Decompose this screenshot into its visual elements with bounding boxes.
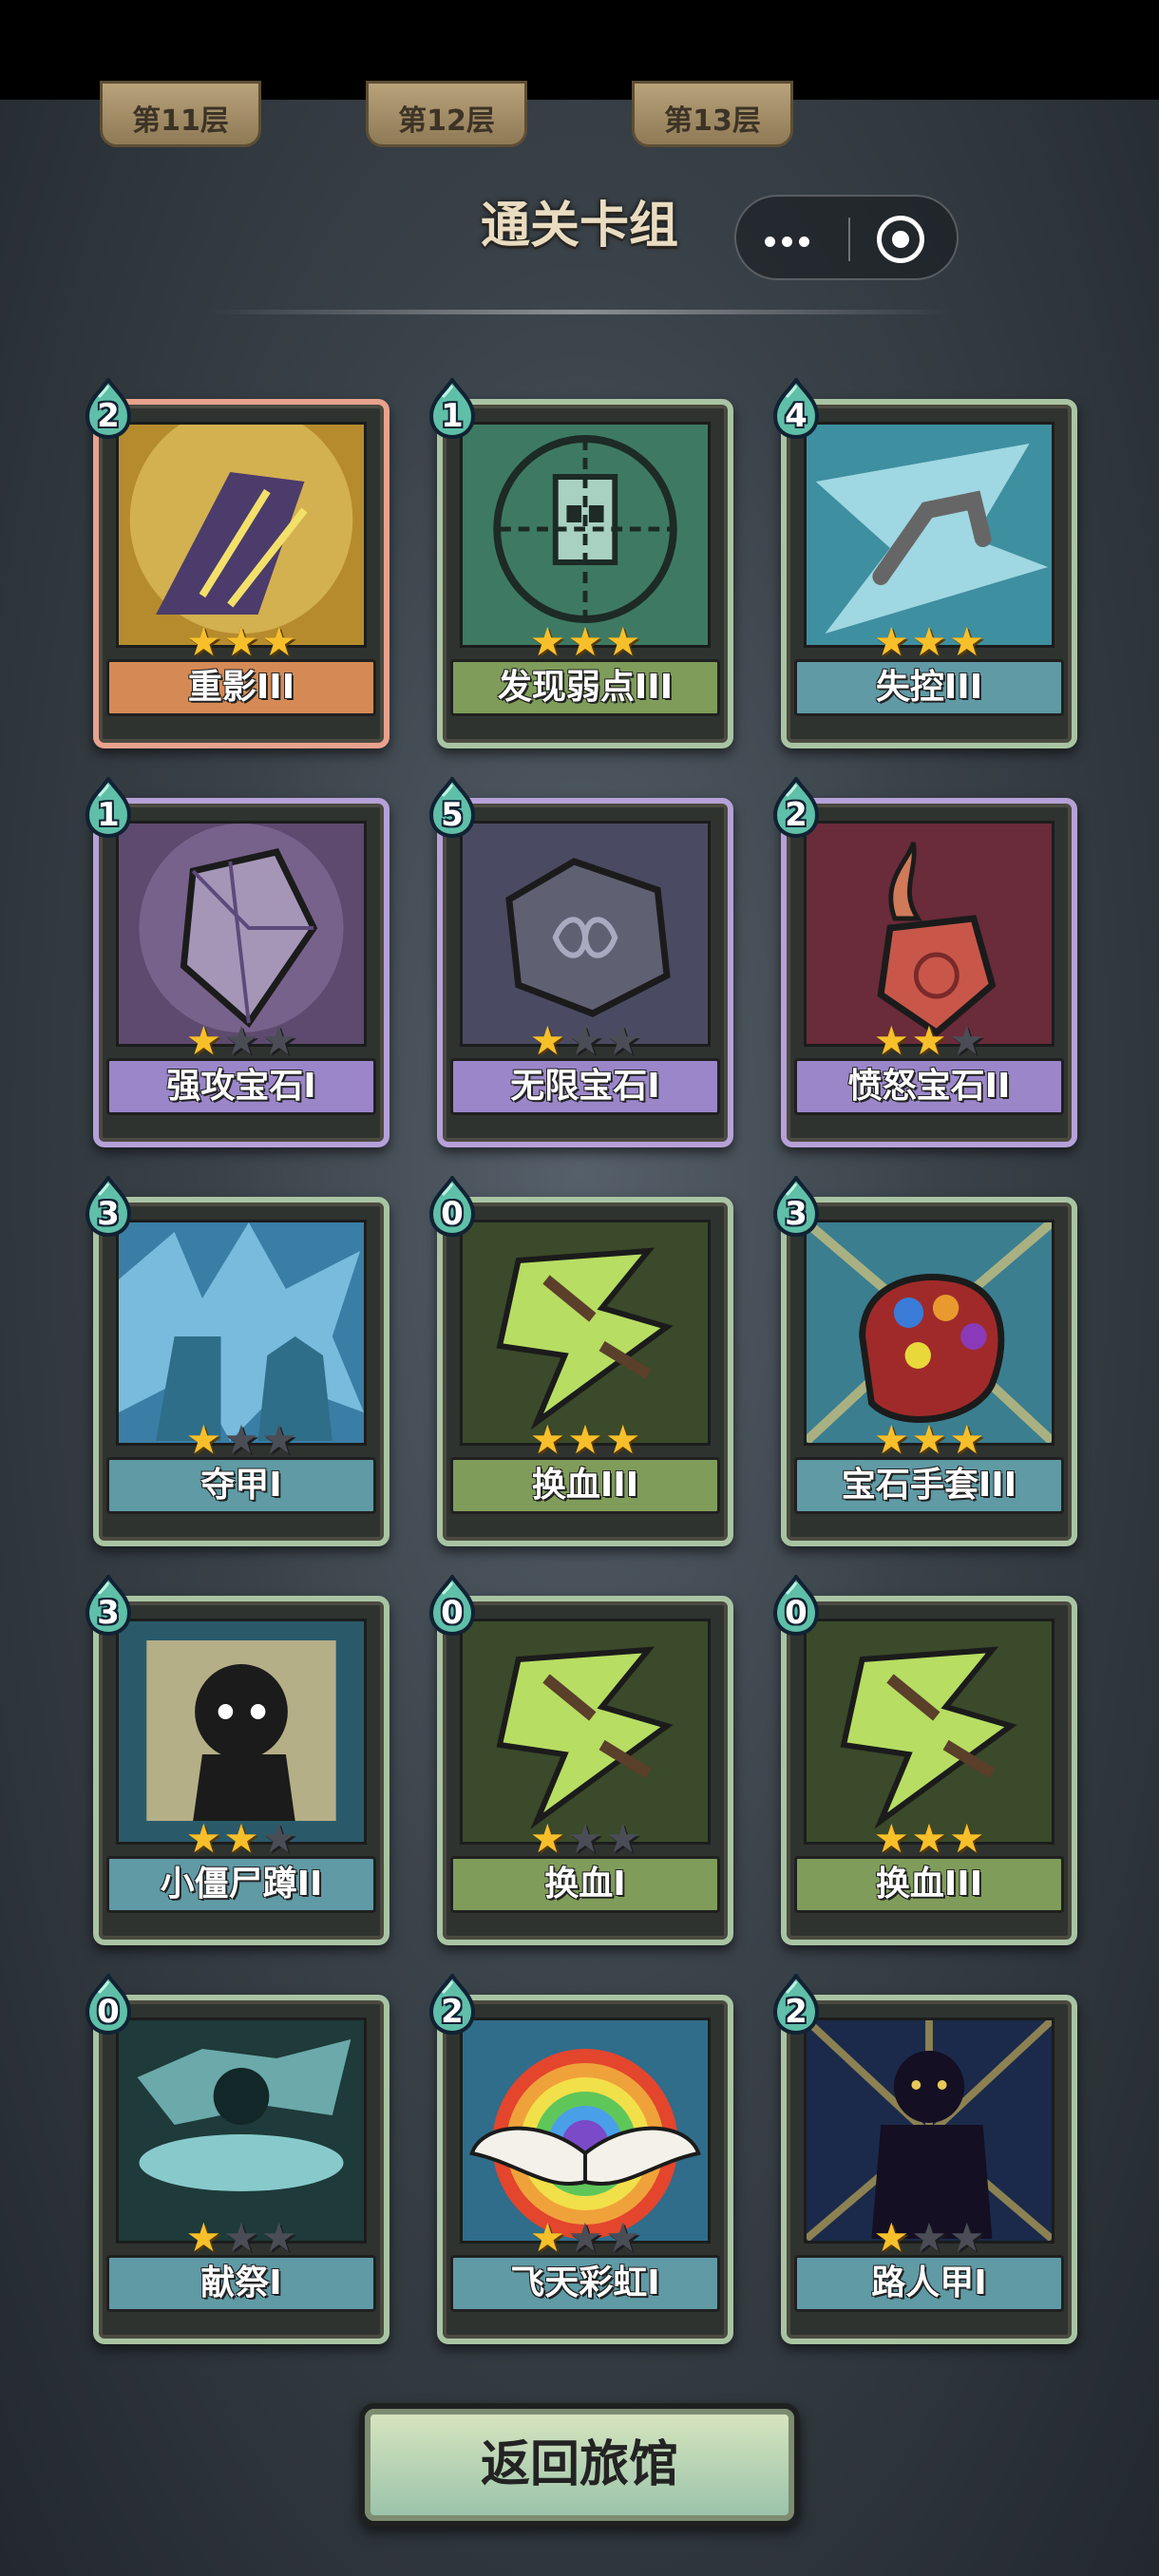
- energy-cost-badge: 1: [426, 378, 479, 439]
- page-title: 通关卡组: [480, 198, 678, 255]
- energy-cost-value: 3: [97, 1195, 120, 1233]
- title-divider: [209, 310, 950, 314]
- energy-cost-value: 1: [441, 397, 464, 435]
- energy-cost-value: 2: [785, 796, 808, 834]
- deck-card[interactable]: ★★★ 换血III 0: [772, 1575, 1077, 1945]
- capsule-divider: [848, 218, 850, 261]
- energy-cost-value: 0: [97, 1993, 120, 2031]
- energy-cost-value: 0: [785, 1594, 808, 1632]
- energy-cost-badge: 3: [82, 1575, 135, 1636]
- card-name: 发现弱点III: [450, 659, 720, 716]
- deck-card[interactable]: ★★★ 强攻宝石I 1: [85, 777, 390, 1147]
- card-name: 重影III: [106, 659, 376, 716]
- card-name: 无限宝石I: [450, 1058, 720, 1115]
- energy-cost-badge: 1: [82, 777, 135, 838]
- floor-tab-12[interactable]: 第12层: [366, 81, 527, 147]
- energy-cost-value: 2: [441, 1993, 464, 2031]
- armor-steal-icon: [116, 1220, 367, 1446]
- energy-cost-badge: 0: [82, 1974, 135, 2035]
- energy-cost-value: 1: [97, 796, 120, 834]
- target-robot-icon: [460, 422, 711, 648]
- floor-tabs: 第11层 第12层 第13层: [0, 81, 1159, 147]
- energy-cost-badge: 2: [426, 1974, 479, 2035]
- energy-cost-badge: 2: [770, 777, 823, 838]
- return-to-inn-button[interactable]: 返回旅馆: [359, 2403, 800, 2527]
- card-name: 换血I: [450, 1856, 720, 1913]
- more-icon[interactable]: [765, 197, 841, 282]
- floor-tab-11[interactable]: 第11层: [100, 81, 261, 147]
- energy-cost-value: 5: [441, 796, 464, 834]
- zombie-squat-icon: [116, 1619, 367, 1845]
- energy-cost-badge: 0: [426, 1575, 479, 1636]
- card-name: 愤怒宝石II: [794, 1058, 1064, 1115]
- passerby-icon: [804, 2017, 1054, 2244]
- card-name: 夺甲I: [106, 1457, 376, 1514]
- deck-card[interactable]: ★★★ 换血I 0: [428, 1575, 733, 1945]
- energy-cost-value: 0: [441, 1195, 464, 1233]
- card-name: 路人甲I: [794, 2255, 1064, 2312]
- energy-cost-badge: 4: [770, 378, 823, 439]
- energy-cost-badge: 2: [82, 378, 135, 439]
- deck-card[interactable]: ★★★ 失控III 4: [772, 378, 1077, 748]
- card-name: 换血III: [450, 1457, 720, 1514]
- card-name: 强攻宝石I: [106, 1058, 376, 1115]
- energy-cost-badge: 0: [426, 1176, 479, 1237]
- energy-cost-value: 3: [785, 1195, 808, 1233]
- gem-gauntlet-icon: [804, 1220, 1054, 1446]
- card-name: 失控III: [794, 659, 1064, 716]
- energy-cost-badge: 0: [770, 1575, 823, 1636]
- deck-card[interactable]: ★★★ 飞天彩虹I 2: [428, 1974, 733, 2344]
- energy-cost-value: 2: [97, 397, 120, 435]
- energy-cost-value: 2: [785, 1993, 808, 2031]
- deck-card[interactable]: ★★★ 夺甲I 3: [85, 1176, 390, 1546]
- energy-cost-badge: 5: [426, 777, 479, 838]
- infinity-gem-icon: [460, 821, 711, 1047]
- energy-cost-badge: 2: [770, 1974, 823, 2035]
- miniprogram-capsule: [734, 195, 959, 280]
- floor-tab-13[interactable]: 第13层: [632, 81, 793, 147]
- energy-cost-value: 4: [785, 397, 808, 435]
- shadow-claw-icon: [116, 422, 367, 648]
- deck-card[interactable]: ★★★ 换血III 0: [428, 1176, 733, 1546]
- deck-card[interactable]: ★★★ 重影III 2: [85, 378, 390, 748]
- deck-card[interactable]: ★★★ 路人甲I 2: [772, 1974, 1077, 2344]
- blood-swap-icon: [460, 1220, 711, 1446]
- sacrifice-icon: [116, 2017, 367, 2244]
- card-name: 献祭I: [106, 2255, 376, 2312]
- energy-cost-badge: 3: [82, 1176, 135, 1237]
- blood-swap-icon: [804, 1619, 1054, 1845]
- lightning-arm-icon: [804, 422, 1054, 648]
- deck-card[interactable]: ★★★ 愤怒宝石II 2: [772, 777, 1077, 1147]
- blood-swap-icon: [460, 1619, 711, 1845]
- rainbow-wings-icon: [460, 2017, 711, 2244]
- deck-card[interactable]: ★★★ 献祭I 0: [85, 1974, 390, 2344]
- rage-gem-icon: [804, 821, 1054, 1047]
- energy-cost-value: 0: [441, 1594, 464, 1632]
- card-name: 宝石手套III: [794, 1457, 1064, 1514]
- crystal-gem-icon: [116, 821, 367, 1047]
- deck-card[interactable]: ★★★ 无限宝石I 5: [428, 777, 733, 1147]
- energy-cost-badge: 3: [770, 1176, 823, 1237]
- close-miniprogram-icon[interactable]: [877, 216, 924, 263]
- deck-card[interactable]: ★★★ 宝石手套III 3: [772, 1176, 1077, 1546]
- card-name: 换血III: [794, 1856, 1064, 1913]
- card-name: 飞天彩虹I: [450, 2255, 720, 2312]
- energy-cost-value: 3: [97, 1594, 120, 1632]
- card-name: 小僵尸蹲II: [106, 1856, 376, 1913]
- deck-card[interactable]: ★★★ 小僵尸蹲II 3: [85, 1575, 390, 1945]
- deck-card[interactable]: ★★★ 发现弱点III 1: [428, 378, 733, 748]
